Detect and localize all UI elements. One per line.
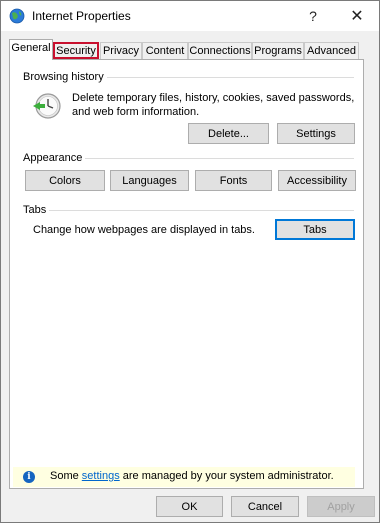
tab-content[interactable]: Content [142,42,188,59]
internet-properties-window: Internet Properties ? ✕ General Security… [0,0,380,523]
fonts-button[interactable]: Fonts [195,170,272,191]
close-button[interactable]: ✕ [335,1,379,31]
colors-button[interactable]: Colors [25,170,105,191]
settings-link[interactable]: settings [82,470,120,482]
window-title: Internet Properties [32,9,131,23]
tab-programs[interactable]: Programs [252,42,304,59]
title-bar[interactable]: Internet Properties ? ✕ [1,1,379,31]
tab-general[interactable]: General [9,39,53,60]
help-button[interactable]: ? [291,1,335,31]
browsing-history-description-line1: Delete temporary files, history, cookies… [72,92,355,104]
accessibility-button[interactable]: Accessibility [278,170,356,191]
languages-button[interactable]: Languages [110,170,189,191]
ok-button[interactable]: OK [156,496,223,517]
tab-connections[interactable]: Connections [188,42,252,59]
tab-security[interactable]: Security [53,42,99,59]
group-divider [24,210,354,211]
policy-info-prefix: Some [50,470,82,482]
appearance-heading: Appearance [23,152,86,164]
tabs-description: Change how webpages are displayed in tab… [33,224,255,236]
tabs-settings-button[interactable]: Tabs [275,219,355,240]
policy-info-suffix: are managed by your system administrator… [119,470,334,482]
tab-advanced[interactable]: Advanced [304,42,359,59]
delete-browsing-history-button[interactable]: Delete... [188,123,269,144]
general-tab-panel: Browsing history Delete temporary files,… [9,59,364,489]
browsing-history-heading: Browsing history [23,71,107,83]
info-icon: i [23,471,35,483]
tabs-heading: Tabs [23,204,50,216]
browsing-history-description-line2: and web form information. [72,106,200,118]
policy-info-text: Some settings are managed by your system… [50,470,334,482]
apply-button[interactable]: Apply [307,496,375,517]
history-clock-icon [33,93,61,119]
tab-privacy[interactable]: Privacy [100,42,142,59]
internet-globe-icon [9,8,25,24]
policy-info-bar: i Some settings are managed by your syst… [13,467,355,487]
browsing-history-settings-button[interactable]: Settings [277,123,355,144]
cancel-button[interactable]: Cancel [231,496,299,517]
